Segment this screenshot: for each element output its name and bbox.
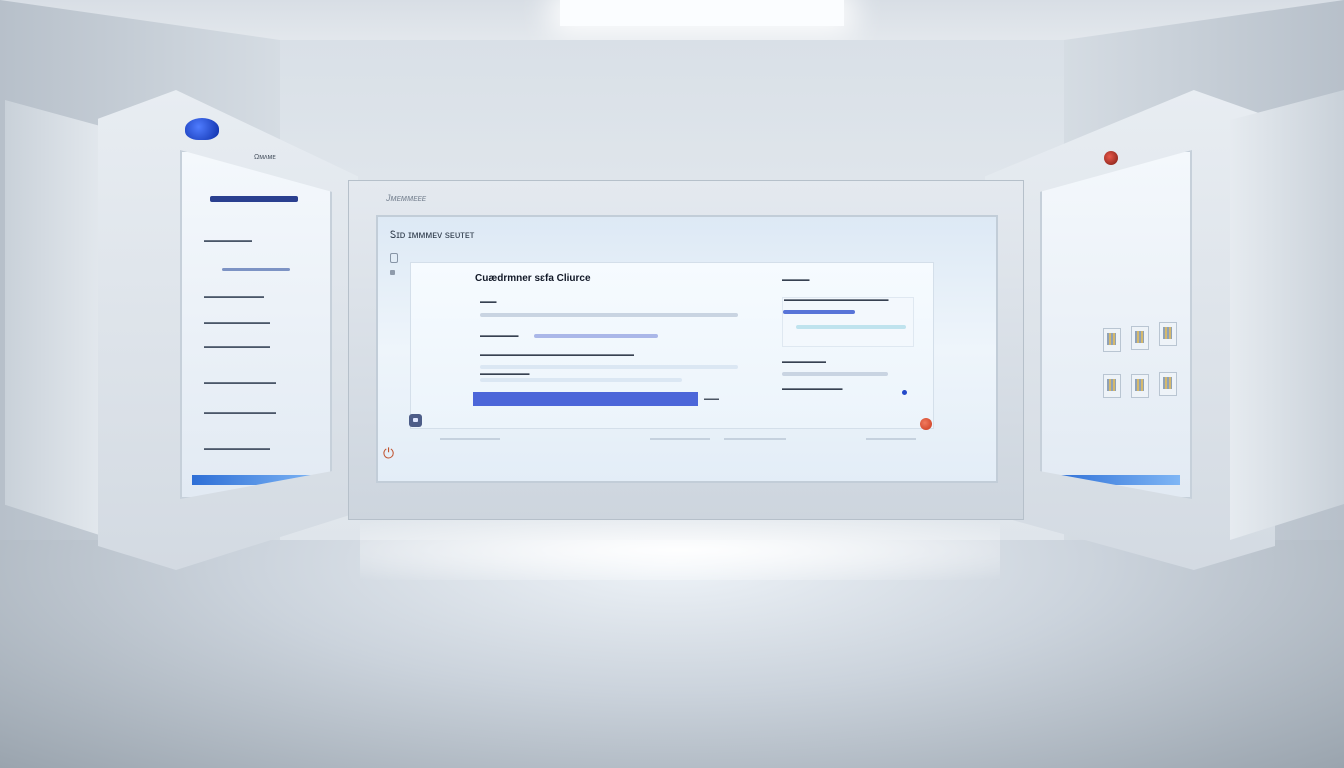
footer-divider	[650, 438, 710, 440]
left-screen-row: ▬▬▬▬▬▬▬▬▬▬▬▬	[204, 380, 276, 386]
form-label: ▬▬▬▬▬▬▬	[480, 333, 519, 339]
left-screen-row: ▬▬▬▬▬▬▬▬	[204, 238, 252, 244]
right-grid-thumbnail[interactable]	[1103, 328, 1121, 352]
blue-indicator-icon[interactable]	[185, 118, 219, 140]
side-card-subheading: ▬▬▬▬▬▬▬▬	[782, 359, 826, 365]
ceiling-light	[560, 0, 844, 26]
left-screen-field	[222, 268, 290, 271]
app-title: Ꮪɪᴅ ɪᴍᴍᴍᴇᴠ sᴇᴜᴛᴇᴛ	[390, 230, 475, 241]
sidebar-icon[interactable]	[390, 270, 395, 275]
right-grid-thumbnail[interactable]	[1131, 326, 1149, 350]
side-card-field[interactable]	[782, 372, 888, 376]
side-card-field[interactable]	[783, 310, 855, 314]
floor-glow	[360, 520, 1000, 580]
form-input[interactable]	[480, 365, 738, 369]
side-card-field[interactable]	[796, 325, 906, 329]
side-card	[782, 297, 914, 347]
footer-divider	[440, 438, 500, 440]
form-label: ▬▬▬▬▬▬▬▬▬	[480, 371, 530, 377]
status-dot-icon	[902, 390, 907, 395]
submit-button[interactable]	[473, 392, 698, 406]
form-input[interactable]	[480, 378, 682, 382]
left-screen-row: ▬▬▬▬▬▬▬▬▬▬▬▬	[204, 410, 276, 416]
form-label: ▬▬▬▬▬▬▬▬▬▬▬▬▬▬▬▬▬▬▬▬▬▬▬▬▬▬▬▬	[480, 352, 634, 358]
form-input[interactable]	[480, 313, 738, 317]
right-grid-thumbnail[interactable]	[1131, 374, 1149, 398]
footer-divider	[866, 438, 916, 440]
right-grid-thumbnail[interactable]	[1103, 374, 1121, 398]
menu-icon[interactable]	[390, 253, 398, 263]
right-grid-thumbnail[interactable]	[1159, 372, 1177, 396]
left-door-brand: Ωᴍᴧᴍᴇ	[254, 154, 276, 161]
form-input[interactable]	[534, 334, 658, 338]
left-screen-row: ▬▬▬▬▬▬▬▬▬▬▬	[204, 320, 270, 326]
monitor-brand: Јᴍᴇᴍᴍᴇᴇᴇ	[386, 193, 426, 203]
side-card-line: ▬▬▬▬▬▬▬▬▬▬▬▬▬▬▬▬▬▬▬	[784, 297, 889, 303]
submit-side-label: ▬▬▬	[704, 396, 719, 402]
side-card-subline: ▬▬▬▬▬▬▬▬▬▬▬	[782, 386, 843, 392]
left-screen-header-bar	[210, 196, 298, 202]
red-indicator-icon[interactable]	[1104, 151, 1118, 165]
left-screen-row: ▬▬▬▬▬▬▬▬▬▬▬	[204, 446, 270, 452]
left-screen-row: ▬▬▬▬▬▬▬▬▬▬▬	[204, 344, 270, 350]
chat-icon[interactable]	[409, 414, 422, 427]
form-title: Cuædrmner sɛfa Cliurce	[475, 273, 591, 284]
right-grid-thumbnail[interactable]	[1159, 322, 1177, 346]
alert-dot-icon[interactable]	[920, 418, 932, 430]
right-outer-cabinet	[1230, 90, 1344, 540]
footer-divider	[724, 438, 786, 440]
side-card-heading: ▬▬▬▬▬	[782, 277, 810, 283]
power-icon[interactable]: ⏻	[383, 444, 397, 462]
left-screen-row: ▬▬▬▬▬▬▬▬▬▬	[204, 294, 264, 300]
form-label: ▬▬▬	[480, 299, 497, 305]
